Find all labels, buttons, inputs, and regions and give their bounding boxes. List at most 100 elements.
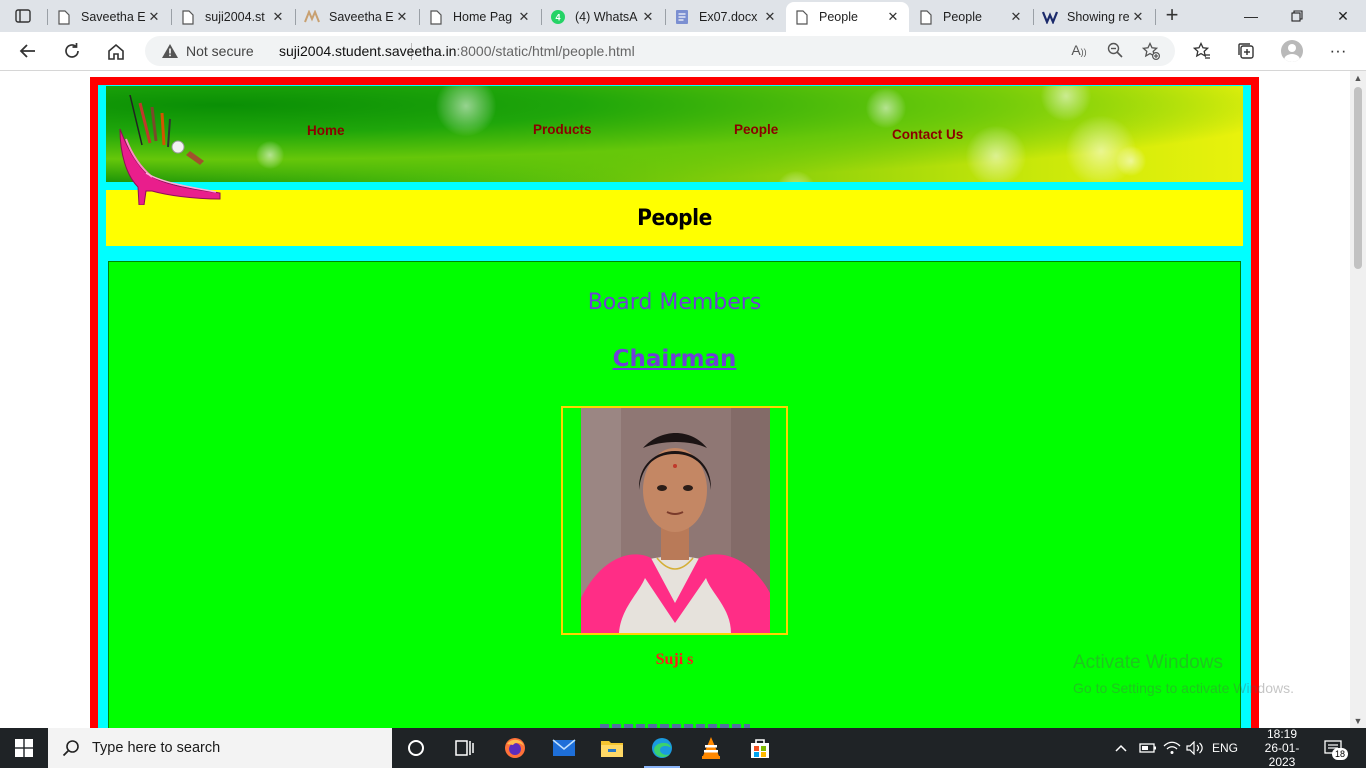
security-label[interactable]: Not secure bbox=[186, 43, 254, 59]
file-explorer-icon[interactable] bbox=[588, 728, 636, 768]
tab-saveetha-2[interactable]: Saveetha E ✕ bbox=[296, 2, 418, 32]
page-icon bbox=[56, 9, 72, 25]
firefox-icon[interactable] bbox=[491, 728, 539, 768]
url-host: suji2004.student.saveetha.in bbox=[279, 43, 457, 59]
clock-date: 26-01-2023 bbox=[1264, 741, 1300, 768]
scroll-up-arrow-icon[interactable]: ▲ bbox=[1350, 71, 1366, 85]
page-icon bbox=[794, 9, 810, 25]
warning-icon[interactable] bbox=[161, 43, 179, 59]
scroll-down-arrow-icon[interactable]: ▼ bbox=[1350, 714, 1366, 728]
volume-icon[interactable] bbox=[1186, 728, 1204, 768]
watermark-subtitle: Go to Settings to activate Windows. bbox=[1073, 680, 1294, 696]
header-banner: Home Products People Contact Us bbox=[106, 86, 1243, 182]
site-container: Home Products People Contact Us People B… bbox=[90, 77, 1259, 728]
member-photo-frame bbox=[561, 406, 788, 635]
saveetha-logo-icon bbox=[304, 9, 320, 25]
tab-people[interactable]: People ✕ bbox=[910, 2, 1032, 32]
close-tab-icon[interactable]: ✕ bbox=[640, 9, 656, 25]
page-title-bar: People bbox=[106, 190, 1243, 246]
bokeh-decoration bbox=[436, 86, 496, 136]
microsoft-store-icon[interactable] bbox=[736, 728, 784, 768]
scrollbar-thumb[interactable] bbox=[1354, 87, 1362, 269]
role-heading-link[interactable]: Chairman bbox=[109, 346, 1240, 372]
more-options-icon[interactable]: ··· bbox=[1324, 37, 1352, 65]
search-placeholder: Type here to search bbox=[92, 740, 221, 756]
cortana-icon[interactable] bbox=[392, 728, 440, 768]
tab-title: Saveetha E bbox=[81, 10, 146, 24]
close-tab-icon[interactable]: ✕ bbox=[146, 9, 162, 25]
bokeh-decoration bbox=[776, 171, 816, 182]
tab-suji2004[interactable]: suji2004.st ✕ bbox=[172, 2, 294, 32]
nav-link-products[interactable]: Products bbox=[533, 122, 592, 137]
wifi-icon[interactable] bbox=[1163, 728, 1181, 768]
tab-actions-icon[interactable] bbox=[8, 5, 38, 27]
high-heel-logo[interactable] bbox=[112, 95, 224, 205]
restore-button[interactable] bbox=[1274, 0, 1320, 32]
clock-time: 18:19 bbox=[1266, 727, 1298, 741]
member-photo bbox=[581, 408, 770, 633]
tab-whatsapp[interactable]: 4 (4) WhatsA ✕ bbox=[542, 2, 664, 32]
bokeh-decoration bbox=[1116, 146, 1146, 176]
close-tab-icon[interactable]: ✕ bbox=[1130, 9, 1146, 25]
bokeh-decoration bbox=[1041, 86, 1091, 121]
page-icon bbox=[918, 9, 934, 25]
notification-badge: 18 bbox=[1332, 748, 1349, 760]
bokeh-decoration bbox=[866, 88, 906, 128]
start-button[interactable] bbox=[0, 728, 48, 768]
zoom-icon[interactable] bbox=[1105, 42, 1125, 60]
tab-people-active[interactable]: People ✕ bbox=[786, 2, 909, 32]
edge-browser-icon[interactable] bbox=[638, 728, 686, 768]
nav-link-home[interactable]: Home bbox=[307, 123, 345, 138]
notification-center-icon[interactable]: 18 bbox=[1324, 728, 1349, 768]
close-tab-icon[interactable]: ✕ bbox=[516, 9, 532, 25]
bokeh-decoration bbox=[256, 141, 284, 169]
url-path: :8000/static/html/people.html bbox=[456, 43, 635, 59]
page-icon bbox=[180, 9, 196, 25]
mail-icon[interactable] bbox=[540, 728, 588, 768]
tab-title: suji2004.st bbox=[205, 10, 265, 24]
tab-title: People bbox=[943, 10, 982, 24]
vertical-scrollbar[interactable]: ▲ ▼ bbox=[1350, 71, 1366, 728]
tab-ex07-docx[interactable]: Ex07.docx ✕ bbox=[666, 2, 786, 32]
task-view-icon[interactable] bbox=[440, 728, 488, 768]
address-bar[interactable]: Not secure suji2004.student.saveetha.in:… bbox=[145, 36, 1175, 66]
nav-link-people[interactable]: People bbox=[734, 122, 778, 137]
language-indicator[interactable]: ENG bbox=[1212, 728, 1238, 768]
add-favorite-icon[interactable] bbox=[1141, 41, 1161, 61]
close-tab-icon[interactable]: ✕ bbox=[1008, 9, 1024, 25]
favorites-icon[interactable] bbox=[1188, 37, 1216, 65]
url-text[interactable]: suji2004.student.saveetha.in:8000/static… bbox=[279, 43, 635, 59]
tab-title: (4) WhatsA bbox=[575, 10, 638, 24]
tab-saveetha-1[interactable]: Saveetha E ✕ bbox=[48, 2, 170, 32]
close-tab-icon[interactable]: ✕ bbox=[270, 9, 286, 25]
collections-icon[interactable] bbox=[1232, 37, 1260, 65]
close-tab-icon[interactable]: ✕ bbox=[394, 9, 410, 25]
refresh-button[interactable] bbox=[57, 37, 87, 65]
tab-title: Home Pag bbox=[453, 10, 513, 24]
close-window-button[interactable]: ✕ bbox=[1320, 0, 1366, 32]
page-title: People bbox=[637, 206, 712, 231]
svg-text:4: 4 bbox=[555, 13, 560, 23]
back-button[interactable] bbox=[13, 37, 43, 65]
taskbar-search-box[interactable]: Type here to search bbox=[48, 728, 392, 768]
show-hidden-icons-chevron-icon[interactable] bbox=[1114, 728, 1128, 768]
navigation-bar: Not secure suji2004.student.saveetha.in:… bbox=[0, 32, 1366, 71]
home-button[interactable] bbox=[101, 37, 131, 65]
battery-icon[interactable] bbox=[1139, 728, 1157, 768]
profile-avatar[interactable] bbox=[1281, 40, 1303, 62]
clock[interactable]: 18:19 26-01-2023 bbox=[1252, 727, 1312, 768]
new-tab-button[interactable]: + bbox=[1159, 4, 1185, 28]
section-heading: Board Members bbox=[587, 290, 762, 315]
page-icon bbox=[428, 9, 444, 25]
nav-link-contact-us[interactable]: Contact Us bbox=[892, 127, 963, 142]
vlc-icon[interactable] bbox=[687, 728, 735, 768]
content-panel: Board Members Chairman Suji s bbox=[108, 261, 1241, 728]
tab-showing-results[interactable]: Showing re ✕ bbox=[1034, 2, 1154, 32]
minimize-button[interactable]: — bbox=[1228, 0, 1274, 32]
tab-home-page[interactable]: Home Pag ✕ bbox=[420, 2, 540, 32]
close-tab-icon[interactable]: ✕ bbox=[885, 9, 901, 25]
read-aloud-icon[interactable]: A)) bbox=[1069, 42, 1089, 60]
page-viewport: Home Products People Contact Us People B… bbox=[0, 71, 1350, 728]
close-tab-icon[interactable]: ✕ bbox=[762, 9, 778, 25]
bokeh-decoration bbox=[966, 126, 1026, 182]
